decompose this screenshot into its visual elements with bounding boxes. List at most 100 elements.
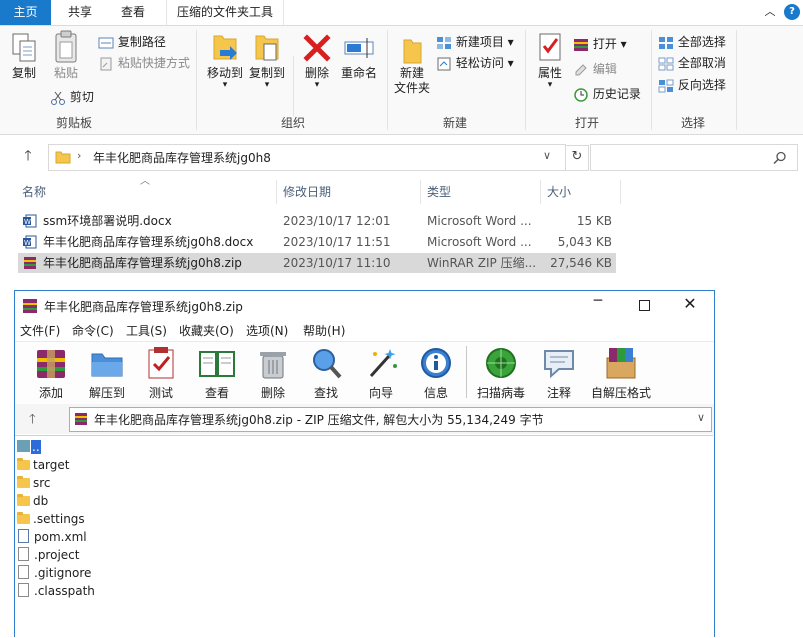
up-one-level-icon[interactable]: 🡑 <box>29 410 36 432</box>
tab-compressed-tools[interactable]: 压缩的文件夹工具 <box>166 0 284 25</box>
wizard-button[interactable]: 向导 <box>357 346 405 400</box>
menu-favorites[interactable]: 收藏夹(O) <box>179 321 234 341</box>
file-icon <box>18 547 29 561</box>
winrar-title: 年丰化肥商品库存管理系统jg0h8.zip <box>44 300 243 314</box>
paste-shortcut-button[interactable]: 粘贴快捷方式 <box>98 55 190 71</box>
list-item[interactable]: .classpath <box>17 582 95 600</box>
select-none-label: 全部取消 <box>677 56 726 70</box>
toolbar-divider <box>466 346 467 398</box>
up-arrow-icon[interactable]: 🡑 <box>18 148 38 164</box>
delete-archive-button[interactable]: 删除 <box>249 346 297 400</box>
winrar-icon <box>75 413 87 425</box>
delete-button[interactable]: 删除 ▾ <box>300 30 334 90</box>
file-name: 年丰化肥商品库存管理系统jg0h8.zip <box>43 256 242 270</box>
tab-view[interactable]: 查看 <box>110 0 156 25</box>
comment-button[interactable]: 注释 <box>535 346 583 400</box>
menu-file[interactable]: 文件(F) <box>20 321 60 341</box>
copy-path-button[interactable]: 复制路径 <box>98 34 166 50</box>
select-none-button[interactable]: 全部取消 <box>658 55 726 71</box>
open-button[interactable]: 打开 ▾ <box>573 36 627 52</box>
list-item[interactable]: .project <box>17 546 79 564</box>
help-icon[interactable]: ? <box>784 4 800 20</box>
winrar-small-icon <box>574 38 588 51</box>
file-name: 年丰化肥商品库存管理系统jg0h8.docx <box>43 235 254 249</box>
comment-icon <box>544 350 574 379</box>
word-icon: W <box>23 235 37 249</box>
folder-icon <box>55 151 71 164</box>
new-item-button[interactable]: 新建项目 ▾ <box>436 34 514 50</box>
column-header-size[interactable]: 大小 <box>547 183 571 201</box>
cut-button[interactable]: 剪切 <box>50 89 94 105</box>
list-item[interactable]: pom.xml <box>17 528 87 546</box>
chevron-up-icon[interactable]: ︿ <box>762 4 778 20</box>
list-item[interactable]: .gitignore <box>17 564 91 582</box>
item-name: .project <box>34 548 80 562</box>
edit-icon <box>575 63 587 75</box>
column-header-name[interactable]: 名称 <box>22 183 46 201</box>
copy-label: 复制 <box>11 66 36 80</box>
refresh-icon[interactable]: ↻ <box>566 145 589 171</box>
add-button[interactable]: 添加 <box>27 346 75 400</box>
edit-button[interactable]: 编辑 <box>573 61 617 77</box>
extract-to-button[interactable]: 解压到 <box>83 346 131 400</box>
rename-button[interactable]: 重命名 <box>338 30 380 81</box>
svg-text:W: W <box>24 218 31 226</box>
close-icon[interactable]: ✕ <box>675 294 705 313</box>
paste-shortcut-label: 粘贴快捷方式 <box>117 56 190 70</box>
column-divider[interactable] <box>276 180 277 204</box>
address-path[interactable]: 年丰化肥商品库存管理系统jg0h8 <box>93 149 271 166</box>
column-divider[interactable] <box>540 180 541 204</box>
new-folder-button[interactable]: 新建 文件夹 <box>392 36 432 96</box>
sfx-button[interactable]: 自解压格式 <box>589 346 653 400</box>
info-button[interactable]: 信息 <box>412 346 460 400</box>
select-all-button[interactable]: 全部选择 <box>658 34 726 50</box>
find-button[interactable]: 查找 <box>302 346 350 400</box>
history-button[interactable]: 历史记录 <box>573 86 641 102</box>
properties-button[interactable]: 属性 ▾ <box>530 30 570 90</box>
file-row[interactable]: W ssm环境部署说明.docx 2023/10/17 12:01 Micros… <box>18 211 616 231</box>
folder-icon <box>17 512 30 524</box>
maximize-icon[interactable] <box>629 296 659 316</box>
chevron-down-icon[interactable]: ∨ <box>697 411 705 424</box>
invert-selection-button[interactable]: 反向选择 <box>658 77 726 93</box>
column-header-type[interactable]: 类型 <box>427 183 451 201</box>
copy-button[interactable]: 复制 <box>6 32 42 81</box>
winrar-titlebar[interactable]: 年丰化肥商品库存管理系统jg0h8.zip ─ ✕ <box>15 291 714 321</box>
rename-label: 重命名 <box>340 66 377 80</box>
archive-path-combobox[interactable]: 年丰化肥商品库存管理系统jg0h8.zip - ZIP 压缩文件, 解包大小为 … <box>69 407 712 432</box>
breadcrumb-chevron-icon[interactable]: › <box>77 149 81 162</box>
easy-access-button[interactable]: 轻松访问 ▾ <box>436 55 514 71</box>
view-button[interactable]: 查看 <box>193 346 241 400</box>
archive-file-list[interactable]: .. target src db .settings pom.xml .proj… <box>15 435 713 638</box>
tab-share[interactable]: 共享 <box>56 0 104 25</box>
file-row[interactable]: W 年丰化肥商品库存管理系统jg0h8.docx 2023/10/17 11:5… <box>18 232 616 252</box>
list-item[interactable]: src <box>17 474 51 492</box>
menu-tools[interactable]: 工具(S) <box>126 321 167 341</box>
move-to-button[interactable]: 移动到 ▾ <box>204 30 246 90</box>
column-header-date[interactable]: 修改日期 <box>283 183 331 201</box>
minimize-icon[interactable]: ─ <box>583 293 613 309</box>
virus-scan-button[interactable]: 扫描病毒 <box>473 346 529 400</box>
test-button[interactable]: 测试 <box>137 346 185 400</box>
column-divider[interactable] <box>420 180 421 204</box>
tab-home[interactable]: 主页 <box>0 0 51 25</box>
address-row: 🡑 › 年丰化肥商品库存管理系统jg0h8 ∨ ↻ <box>18 142 798 172</box>
list-item[interactable]: .settings <box>17 510 85 528</box>
list-item-up[interactable]: .. <box>17 438 41 456</box>
menu-commands[interactable]: 命令(C) <box>72 321 114 341</box>
list-item[interactable]: target <box>17 456 70 474</box>
paste-button[interactable]: 粘贴 <box>48 30 84 81</box>
address-bar[interactable]: › 年丰化肥商品库存管理系统jg0h8 ∨ <box>48 144 566 171</box>
file-row-selected[interactable]: 年丰化肥商品库存管理系统jg0h8.zip 2023/10/17 11:10 W… <box>18 253 616 273</box>
menu-options[interactable]: 选项(N) <box>246 321 288 341</box>
copy-to-button[interactable]: 复制到 ▾ <box>246 30 288 90</box>
view-label: 查看 <box>204 386 229 400</box>
address-dropdown-icon[interactable]: ∨ <box>543 149 551 162</box>
trash-icon <box>260 352 286 379</box>
search-input[interactable] <box>590 144 798 171</box>
column-divider[interactable] <box>620 180 621 204</box>
list-item[interactable]: db <box>17 492 48 510</box>
test-label: 测试 <box>148 386 173 400</box>
menu-help[interactable]: 帮助(H) <box>303 321 345 341</box>
ribbon-divider <box>387 30 388 130</box>
